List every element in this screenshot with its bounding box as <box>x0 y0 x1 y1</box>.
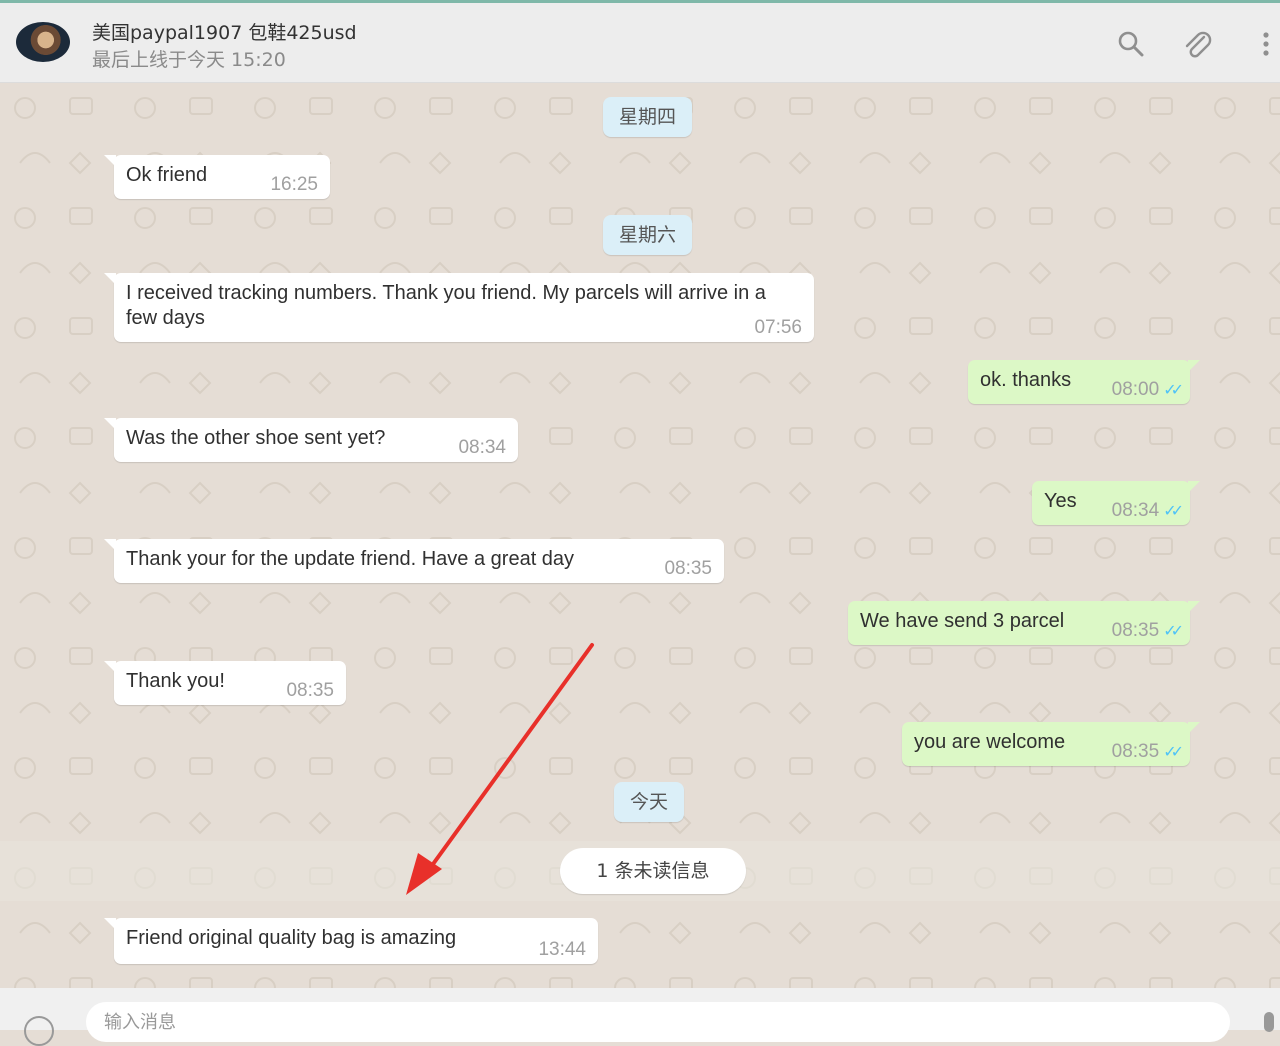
chat-header: 美国paypal1907 包鞋425usd 最后上线于今天 15:20 <box>0 3 1280 83</box>
microphone-icon[interactable] <box>1264 1012 1274 1032</box>
annotation-arrow-icon <box>406 643 594 895</box>
emoji-icon[interactable] <box>24 1016 54 1046</box>
last-seen-status: 最后上线于今天 15:20 <box>92 49 286 71</box>
contact-avatar[interactable] <box>16 22 70 62</box>
contact-name[interactable]: 美国paypal1907 包鞋425usd <box>92 18 357 45</box>
composer-bar <box>0 988 1280 1046</box>
chat-area[interactable]: 星期四 Ok friend 16:25 星期六 I received track… <box>0 83 1280 988</box>
menu-icon[interactable] <box>1254 27 1278 61</box>
search-icon[interactable] <box>1114 27 1148 61</box>
attach-icon[interactable] <box>1180 27 1214 61</box>
message-input[interactable] <box>86 1002 1230 1042</box>
